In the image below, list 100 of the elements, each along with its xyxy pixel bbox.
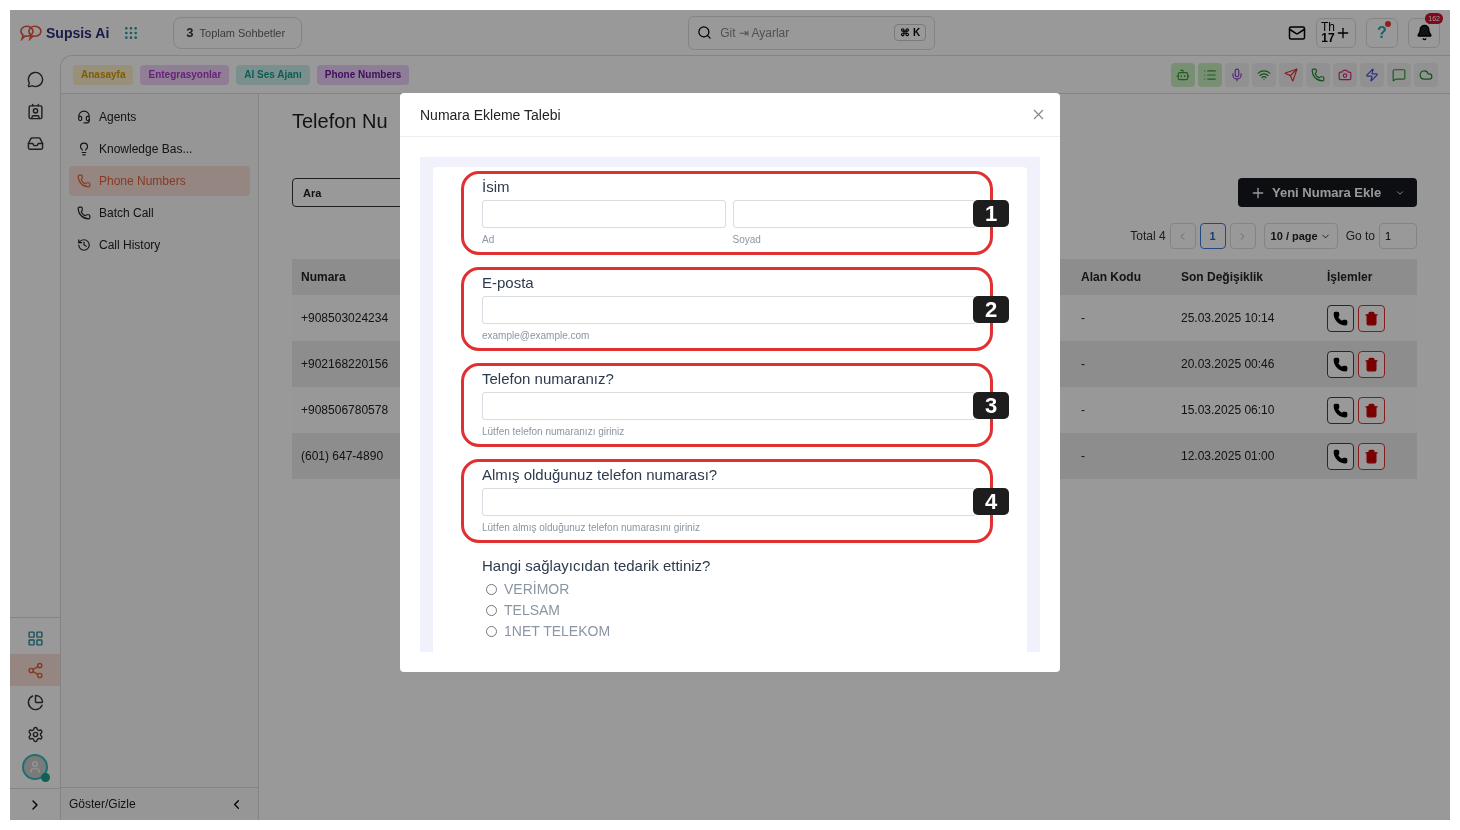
apps-grid-icon[interactable] [123, 24, 140, 41]
call-button[interactable] [1327, 396, 1354, 424]
sidebar-item[interactable]: Phone Numbers [69, 166, 250, 196]
trash-icon [1364, 310, 1379, 326]
search-input[interactable]: Git ⇥ Ayarlar [718, 24, 889, 41]
shortcut-key: ⌘ K [894, 24, 927, 41]
input-field[interactable] [732, 200, 976, 228]
lightning-icon [1365, 67, 1379, 82]
chat-bubble-icon [26, 70, 44, 88]
call-button[interactable] [1327, 350, 1354, 378]
nav-tab[interactable]: AI Ses Ajanı [236, 64, 310, 85]
annotation-number: 1 [973, 200, 1009, 227]
field-hint: Ad [482, 234, 496, 246]
wifi-icon [1257, 67, 1271, 82]
radio-button[interactable] [486, 584, 497, 595]
bell-icon [1415, 24, 1433, 41]
field-hint: Lütfen almış olduğunuz telefon numarasını giriniz [482, 522, 701, 534]
trash-icon [1364, 402, 1379, 418]
user-avatar[interactable] [22, 754, 48, 780]
channel-button[interactable] [1225, 62, 1249, 87]
field-hint: Soyad [732, 234, 762, 246]
chat-bubbles-logo-icon [20, 24, 42, 41]
brand-name: Supsis Ai [46, 24, 110, 41]
search-field[interactable]: Git ⇥ Ayarlar ⌘ K [688, 15, 936, 50]
radio-option[interactable]: VERİMOR [482, 581, 993, 598]
microphone-icon [1230, 67, 1244, 82]
toggle-label: Göster/Gizle [69, 797, 136, 811]
phone-icon [77, 174, 91, 188]
delete-button[interactable] [1358, 304, 1385, 332]
page-size-select[interactable]: 10 / page [1263, 223, 1338, 249]
nav-tab[interactable]: Entegrasyonlar [140, 64, 230, 85]
table-cell: 12.03.2025 01:00 [1172, 433, 1318, 479]
channel-button[interactable] [1387, 62, 1411, 87]
sidebar-item[interactable]: Batch Call [69, 198, 250, 228]
phone-icon [1333, 402, 1348, 418]
channel-button[interactable] [1171, 62, 1195, 87]
input-field[interactable] [482, 488, 976, 516]
radio-button[interactable] [486, 605, 497, 616]
cloud-icon [1419, 67, 1433, 82]
delete-button[interactable] [1358, 442, 1385, 470]
trash-icon [1364, 356, 1379, 372]
nav-tab[interactable]: Phone Numbers [316, 64, 410, 85]
headset-icon [77, 110, 91, 124]
channel-button[interactable] [1414, 62, 1438, 87]
call-button[interactable] [1327, 304, 1354, 332]
add-number-button[interactable]: Yeni Numara Ekle [1238, 178, 1417, 207]
radio-option[interactable]: 1NET TELEKOM [482, 623, 993, 640]
delete-button[interactable] [1358, 350, 1385, 378]
calendar-button[interactable]: Th 17 [1316, 17, 1356, 48]
input-field[interactable] [482, 200, 726, 228]
close-button[interactable] [1033, 109, 1044, 120]
robot-icon [1176, 67, 1190, 82]
contact-card-icon [26, 102, 44, 120]
column-header: Son Değişiklik [1172, 259, 1318, 295]
go-to-field[interactable]: 1 [1379, 223, 1417, 249]
search-icon [697, 25, 713, 40]
field-label: E-posta [482, 274, 535, 291]
sidebar-item[interactable]: Call History [69, 230, 250, 260]
channel-button[interactable] [1306, 62, 1330, 87]
list-icon [1203, 67, 1217, 82]
field-label: Almış olduğunuz telefon numarası? [482, 466, 719, 483]
dialog-title: Numara Ekleme Talebi [420, 106, 561, 123]
channel-button[interactable] [1279, 62, 1303, 87]
radio-option[interactable]: TELSAM [482, 602, 993, 619]
total-count: Total 4 [1130, 229, 1166, 243]
phone-icon [1333, 448, 1348, 464]
phone-icon [1333, 310, 1348, 326]
call-button[interactable] [1327, 442, 1354, 470]
paper-plane-icon [1284, 67, 1298, 82]
channel-button[interactable] [1198, 62, 1222, 87]
column-header: Alan Kodu [1072, 259, 1172, 295]
channel-button[interactable] [1333, 62, 1357, 87]
page-button[interactable]: 1 [1199, 223, 1226, 249]
conversations-label: Toplam Sohbetler [199, 26, 286, 39]
page-title: Telefon Nu [292, 110, 388, 133]
field-hint: Lütfen telefon numaranızı giriniz [482, 426, 626, 438]
delete-button[interactable] [1358, 396, 1385, 424]
annotation-number: 4 [973, 488, 1009, 515]
help-button[interactable]: ? [1366, 17, 1398, 48]
field-label: İsim [482, 178, 511, 195]
mail-icon[interactable] [1288, 23, 1306, 42]
go-to-label: Go to [1345, 229, 1375, 243]
camera-icon [1338, 67, 1352, 82]
annotation-number: 3 [973, 392, 1009, 419]
channel-button[interactable] [1360, 62, 1384, 87]
question-label: Hangi sağlayıcıdan tedarik ettiniz? [482, 557, 712, 574]
sidebar-item[interactable]: Agents [69, 102, 250, 132]
table-cell: - [1072, 433, 1172, 479]
sidebar-item[interactable]: Knowledge Bas... [69, 134, 250, 164]
field-hint: example@example.com [482, 330, 591, 342]
input-field[interactable] [482, 392, 976, 420]
trash-icon [1364, 448, 1379, 464]
field-label: Telefon numaranız? [482, 370, 615, 387]
input-field[interactable] [482, 296, 976, 324]
radio-button[interactable] [486, 626, 497, 637]
grid-icon [26, 629, 44, 647]
settings-icon [26, 725, 44, 743]
channel-button[interactable] [1252, 62, 1276, 87]
phone-icon [77, 206, 91, 220]
lightbulb-icon [77, 142, 91, 156]
